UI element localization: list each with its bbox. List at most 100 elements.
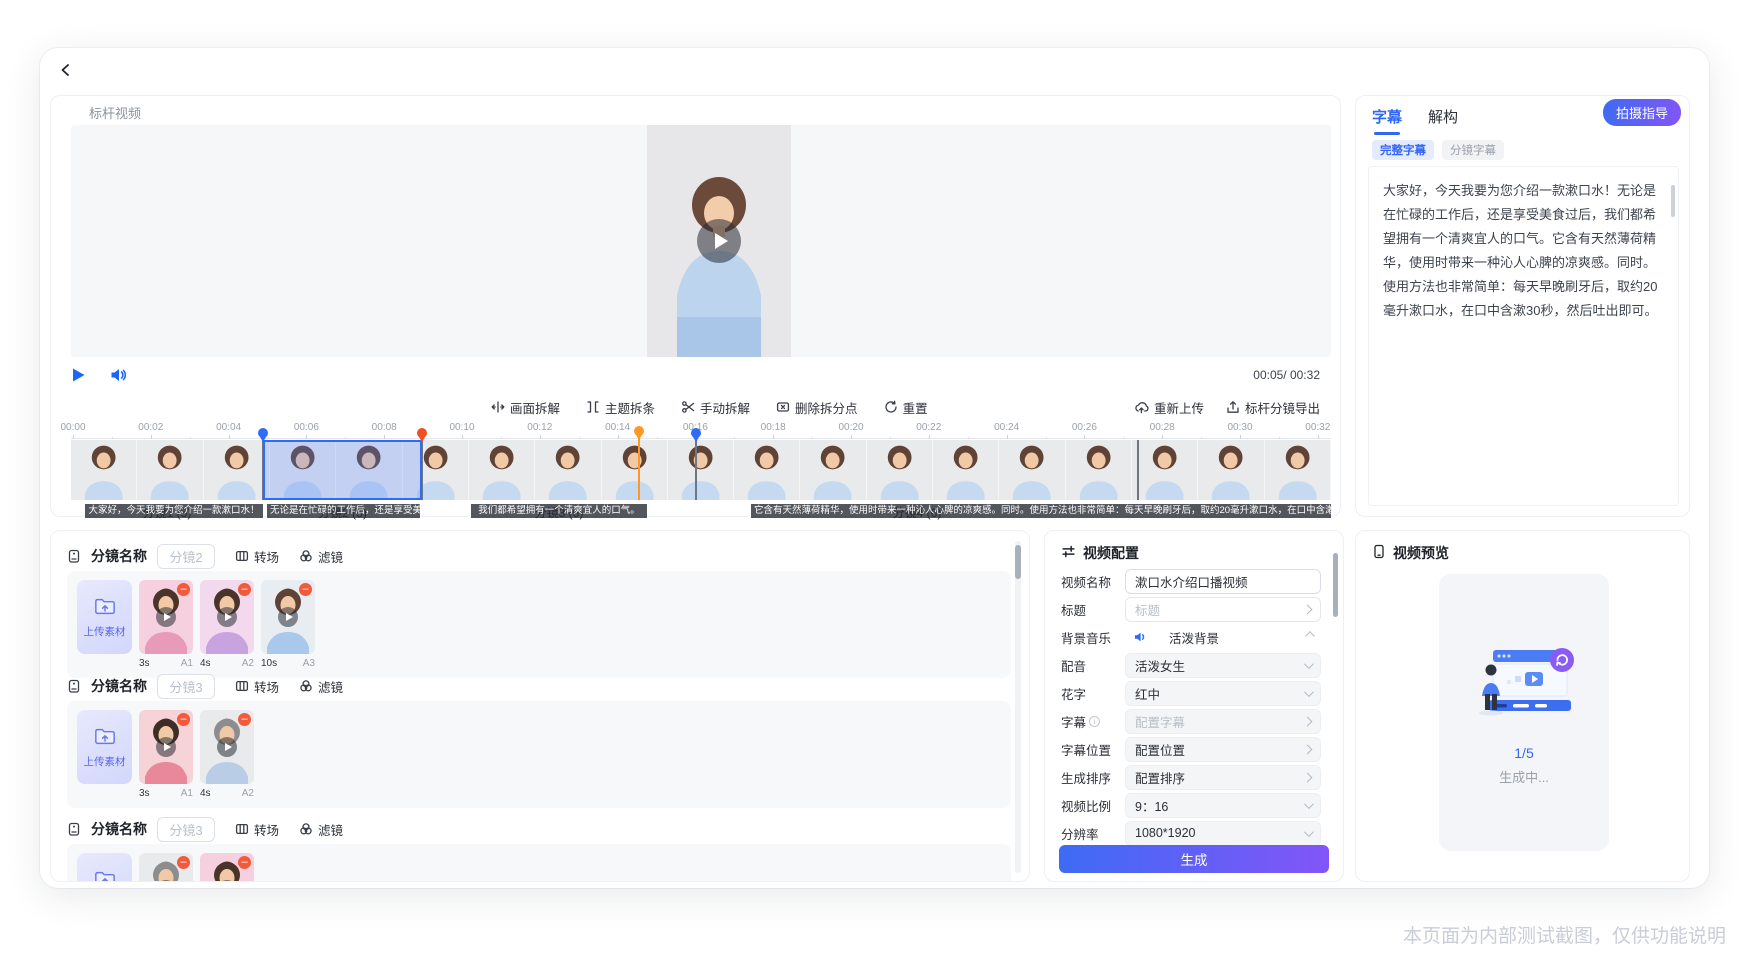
tick-mark bbox=[1240, 435, 1241, 439]
split-marker-blue[interactable] bbox=[258, 428, 268, 438]
filter-button[interactable]: 滤镜 bbox=[299, 677, 343, 696]
split-marker-red[interactable] bbox=[417, 428, 427, 438]
subtitle-scrollbar[interactable] bbox=[1671, 179, 1675, 493]
config-control-视频比例[interactable]: 9：16 bbox=[1125, 793, 1321, 818]
timeline-thumbnail[interactable] bbox=[1265, 440, 1331, 500]
clip-thumbnail[interactable]: – bbox=[200, 853, 254, 882]
config-control-背景音乐[interactable]: 活泼背景 bbox=[1125, 625, 1321, 650]
clip-thumbnail[interactable]: – bbox=[139, 580, 193, 654]
re-upload-button[interactable]: 重新上传 bbox=[1134, 398, 1204, 417]
upload-material-tile[interactable]: 上传素材 bbox=[77, 710, 132, 784]
timeline-thumbnail-strip[interactable] bbox=[71, 440, 1331, 500]
play-button[interactable] bbox=[71, 367, 86, 383]
remove-clip-badge[interactable]: – bbox=[177, 583, 190, 596]
timeline-thumbnail[interactable] bbox=[71, 440, 137, 500]
material-clip[interactable]: –3sA1 bbox=[139, 710, 193, 799]
config-control-分辨率[interactable]: 1080*1920 bbox=[1125, 821, 1321, 846]
upload-material-tile[interactable]: 上传素材 bbox=[77, 580, 132, 654]
clip-play-icon[interactable] bbox=[217, 607, 237, 627]
transition-button[interactable]: 转场 bbox=[235, 820, 279, 839]
delete-split-point-button[interactable]: 删除拆分点 bbox=[776, 398, 858, 417]
storyboard-name-input[interactable]: 分镜3 bbox=[157, 817, 215, 842]
tick-mark-minor bbox=[657, 437, 658, 439]
back-button[interactable] bbox=[56, 62, 76, 82]
remove-clip-badge[interactable]: – bbox=[299, 583, 312, 596]
playhead-marker[interactable] bbox=[634, 426, 644, 436]
timeline-thumbnail[interactable] bbox=[999, 440, 1065, 500]
topic-split-button[interactable]: 主题拆条 bbox=[586, 398, 655, 417]
material-clip[interactable]: –4sA2 bbox=[200, 710, 254, 799]
timeline-thumbnail[interactable] bbox=[800, 440, 866, 500]
timeline-thumbnail[interactable] bbox=[137, 440, 203, 500]
material-clip[interactable]: –3sA1 bbox=[139, 580, 193, 669]
clip-play-icon[interactable] bbox=[156, 607, 176, 627]
filter-button[interactable]: 滤镜 bbox=[299, 547, 343, 566]
config-control-字幕位置[interactable]: 配置位置 bbox=[1125, 737, 1321, 762]
volume-button[interactable] bbox=[110, 367, 129, 383]
chip-分镜字幕[interactable]: 分镜字幕 bbox=[1442, 140, 1504, 160]
remove-clip-badge[interactable]: – bbox=[238, 713, 251, 726]
chip-完整字幕[interactable]: 完整字幕 bbox=[1372, 140, 1434, 160]
benchmark-storyboard-export-button[interactable]: 标杆分镜导出 bbox=[1226, 398, 1320, 417]
generation-status: 生成中... bbox=[1499, 767, 1549, 786]
filter-button[interactable]: 滤镜 bbox=[299, 820, 343, 839]
reset-button[interactable]: 重置 bbox=[884, 398, 928, 417]
config-control-配音[interactable]: 活泼女生 bbox=[1125, 653, 1321, 678]
material-clip[interactable]: –4sA2 bbox=[200, 580, 254, 669]
timeline-thumbnail[interactable] bbox=[1132, 440, 1198, 500]
config-control-花字[interactable]: 红中 bbox=[1125, 681, 1321, 706]
storyboard-scrollbar[interactable] bbox=[1015, 541, 1021, 873]
remove-clip-badge[interactable]: – bbox=[238, 856, 251, 869]
selected-segment-highlight[interactable] bbox=[263, 440, 422, 500]
timeline-thumbnail[interactable] bbox=[867, 440, 933, 500]
timeline-thumbnail[interactable] bbox=[469, 440, 535, 500]
timeline-thumbnail[interactable] bbox=[933, 440, 999, 500]
remove-clip-badge[interactable]: – bbox=[177, 713, 190, 726]
timeline-thumbnail[interactable] bbox=[1198, 440, 1264, 500]
clip-play-icon[interactable] bbox=[278, 607, 298, 627]
shooting-guide-button[interactable]: 拍摄指导 bbox=[1603, 99, 1681, 126]
clip-thumbnail[interactable]: – bbox=[139, 710, 193, 784]
timeline[interactable]: 00:0000:0200:0400:0600:0800:1000:1200:14… bbox=[71, 421, 1331, 518]
timeline-thumbnail[interactable] bbox=[734, 440, 800, 500]
playhead[interactable] bbox=[638, 437, 640, 500]
remove-clip-badge[interactable]: – bbox=[238, 583, 251, 596]
transition-button[interactable]: 转场 bbox=[235, 547, 279, 566]
scrollbar-thumb[interactable] bbox=[1333, 553, 1338, 617]
clip-thumbnail[interactable]: – bbox=[200, 580, 254, 654]
clip-thumbnail[interactable]: – bbox=[139, 853, 193, 882]
clip-play-icon[interactable] bbox=[217, 737, 237, 757]
material-clip[interactable]: –10sA3 bbox=[261, 580, 315, 669]
material-clip[interactable]: – bbox=[139, 853, 193, 882]
upload-material-tile[interactable]: 上传素材 bbox=[77, 853, 132, 882]
config-control-标题[interactable]: 标题 bbox=[1125, 597, 1321, 622]
config-control-视频名称[interactable]: 漱口水介绍口播视频 bbox=[1125, 569, 1321, 594]
frame-split-button[interactable]: 画面拆解 bbox=[491, 398, 560, 417]
storyboard-name-input[interactable]: 分镜2 bbox=[157, 544, 215, 569]
timeline-thumbnail[interactable] bbox=[1066, 440, 1132, 500]
clip-thumbnail[interactable]: – bbox=[200, 710, 254, 784]
material-clip[interactable]: – bbox=[200, 853, 254, 882]
scrollbar-thumb[interactable] bbox=[1015, 545, 1021, 579]
generate-button[interactable]: 生成 bbox=[1059, 845, 1329, 873]
config-control-生成排序[interactable]: 配置排序 bbox=[1125, 765, 1321, 790]
scrollbar-thumb[interactable] bbox=[1671, 185, 1675, 217]
manual-split-button[interactable]: 手动拆解 bbox=[681, 398, 750, 417]
clip-play-icon[interactable] bbox=[156, 737, 176, 757]
timeline-thumbnail[interactable] bbox=[602, 440, 668, 500]
config-scrollbar[interactable] bbox=[1333, 545, 1339, 865]
storyboard-name-input[interactable]: 分镜3 bbox=[157, 674, 215, 699]
timeline-thumbnail[interactable] bbox=[204, 440, 270, 500]
remove-clip-badge[interactable]: – bbox=[177, 856, 190, 869]
clip-thumbnail[interactable]: – bbox=[261, 580, 315, 654]
config-control-字幕[interactable]: 配置字幕 bbox=[1125, 709, 1321, 734]
folder-upload-icon bbox=[94, 726, 116, 749]
tab-字幕[interactable]: 字幕 bbox=[1372, 106, 1402, 135]
timeline-thumbnail[interactable] bbox=[535, 440, 601, 500]
transition-button[interactable]: 转场 bbox=[235, 677, 279, 696]
split-marker-blue[interactable] bbox=[691, 428, 701, 438]
tab-解构[interactable]: 解构 bbox=[1428, 106, 1458, 135]
tick-mark bbox=[229, 435, 230, 439]
video-play-overlay-button[interactable] bbox=[697, 219, 741, 263]
timeline-thumbnail[interactable] bbox=[668, 440, 734, 500]
